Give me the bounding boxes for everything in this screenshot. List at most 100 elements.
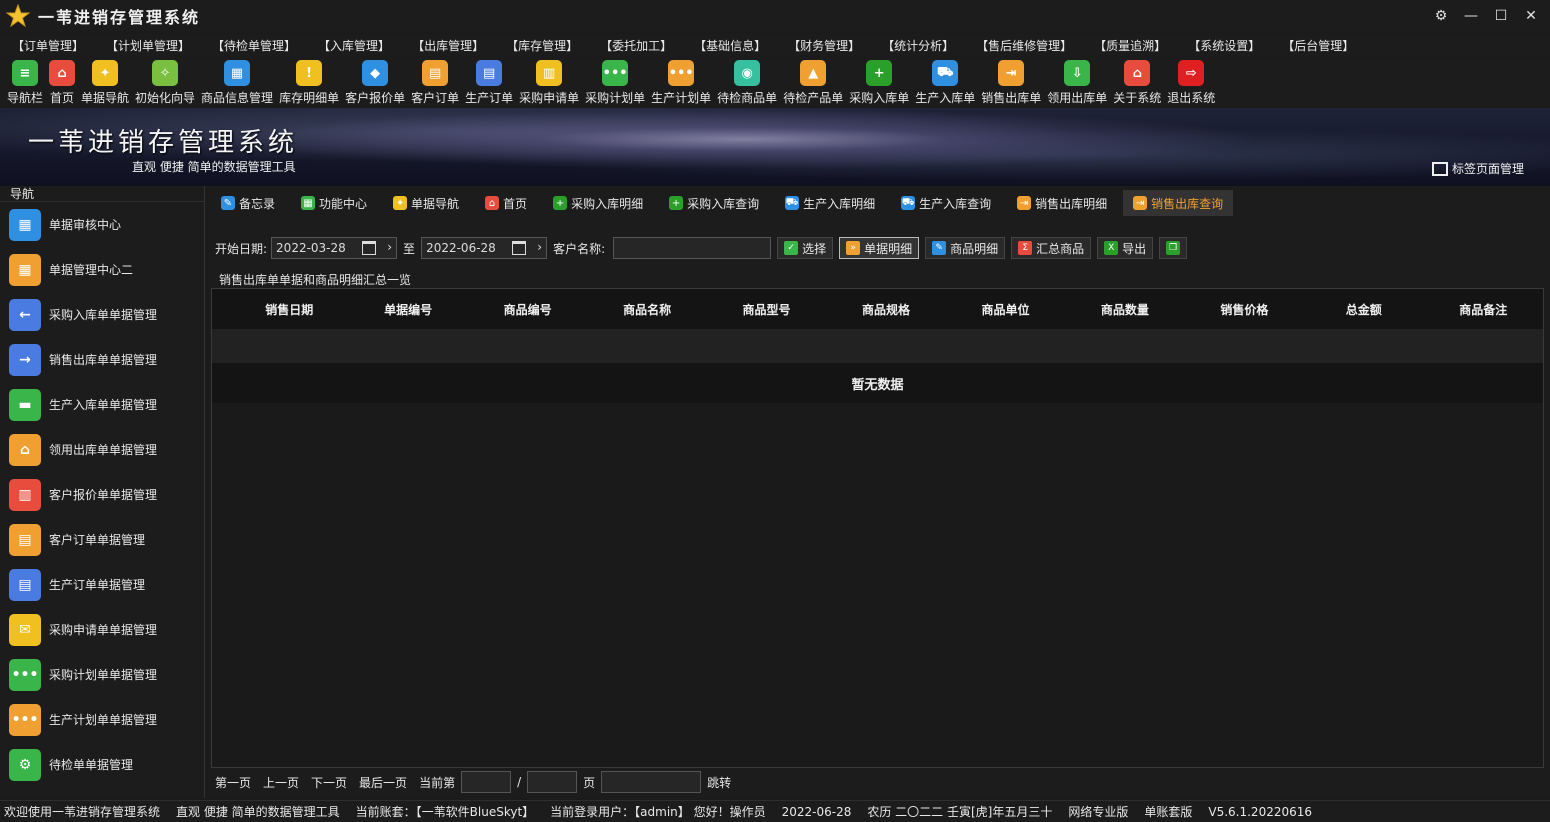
close-icon[interactable]: ✕ [1518, 4, 1544, 28]
toolbar-button[interactable]: ! 库存明细单 [276, 58, 342, 106]
menu-item[interactable]: 【质量追溯】 [1084, 37, 1176, 54]
tab[interactable]: ⌂ 首页 [475, 190, 537, 216]
last-page-link[interactable]: 最后一页 [359, 774, 407, 791]
sidebar-header: 导航 [0, 186, 204, 202]
toolbar-button[interactable]: ✦ 单据导航 [78, 58, 132, 106]
filter-button[interactable]: ✓ 选择 [777, 237, 834, 259]
prev-page-link[interactable]: 上一页 [263, 774, 299, 791]
toolbar-button[interactable]: ≡ 导航栏 [4, 58, 46, 106]
tab[interactable]: + 采购入库明细 [543, 190, 653, 216]
chevron-right-icon[interactable]: › [387, 240, 392, 254]
column-header[interactable]: 商品数量 [1065, 289, 1184, 329]
menu-item[interactable]: 【财务管理】 [778, 37, 870, 54]
column-header[interactable]: 商品单位 [946, 289, 1065, 329]
sidebar-item[interactable]: → 销售出库单单据管理 [0, 337, 204, 382]
toolbar-button[interactable]: ⇨ 退出系统 [1164, 58, 1218, 106]
start-date-picker[interactable]: 2022-03-28 › [271, 237, 398, 259]
menu-item[interactable]: 【订单管理】 [2, 37, 94, 54]
menu-item[interactable]: 【待检单管理】 [202, 37, 306, 54]
filter-button[interactable]: X 导出 [1097, 237, 1154, 259]
customer-input[interactable] [613, 237, 772, 259]
calendar-icon[interactable] [362, 241, 377, 255]
grid-icon: ▦ [9, 253, 41, 286]
sidebar-item[interactable]: ⚙ 待检单单据管理 [0, 742, 204, 787]
toolbar-button[interactable]: ▲ 待检产品单 [780, 58, 846, 106]
tab[interactable]: ⛟ 生产入库明细 [775, 190, 885, 216]
status-text: V5.6.1.20220616 [1208, 804, 1313, 819]
chevron-right-icon[interactable]: › [537, 240, 542, 254]
tab[interactable]: ✎ 备忘录 [211, 190, 285, 216]
tab[interactable]: ▦ 功能中心 [291, 190, 377, 216]
toolbar-button[interactable]: ••• 生产计划单 [648, 58, 714, 106]
toolbar-button[interactable]: ⌂ 关于系统 [1110, 58, 1164, 106]
toolbar-button[interactable]: ▥ 采购申请单 [516, 58, 582, 106]
jump-button[interactable]: 跳转 [707, 774, 731, 791]
menu-item[interactable]: 【系统设置】 [1178, 37, 1270, 54]
minimize-icon[interactable]: — [1458, 4, 1484, 28]
toolbar-button[interactable]: ▤ 客户订单 [408, 58, 462, 106]
sidebar-item[interactable]: ⌂ 领用出库单单据管理 [0, 427, 204, 472]
column-header[interactable]: 商品备注 [1424, 289, 1543, 329]
toolbar-button[interactable]: ◉ 待检商品单 [714, 58, 780, 106]
filter-button[interactable]: ✎ 商品明细 [925, 237, 1006, 259]
toolbar-button[interactable]: + 采购入库单 [846, 58, 912, 106]
sidebar-item[interactable]: ▦ 单据管理中心二 [0, 247, 204, 292]
tab[interactable]: ⇥ 销售出库明细 [1007, 190, 1117, 216]
toolbar-button[interactable]: ▤ 生产订单 [462, 58, 516, 106]
filter-button[interactable]: » 单据明细 [839, 237, 920, 259]
tab-manager-button[interactable]: 标签页面管理 [1431, 160, 1524, 177]
toolbar-button[interactable]: ••• 采购计划单 [582, 58, 648, 106]
current-page-input[interactable] [461, 771, 512, 793]
menu-item[interactable]: 【委托加工】 [590, 37, 682, 54]
column-header[interactable]: 商品名称 [587, 289, 706, 329]
menu-item[interactable]: 【入库管理】 [308, 37, 400, 54]
app-title: 一苇进销存管理系统 [38, 8, 201, 27]
end-date-picker[interactable]: 2022-06-28 › [421, 237, 548, 259]
doc-icon: ▤ [422, 60, 449, 86]
menu-item[interactable]: 【计划单管理】 [96, 37, 200, 54]
sidebar-item[interactable]: ✉ 采购申请单单据管理 [0, 607, 204, 652]
column-header[interactable]: 总金额 [1304, 289, 1423, 329]
menu-item[interactable]: 【出库管理】 [402, 37, 494, 54]
sidebar-item[interactable]: ▤ 客户订单单据管理 [0, 517, 204, 562]
column-header[interactable]: 商品编号 [468, 289, 587, 329]
column-header[interactable]: 销售价格 [1185, 289, 1304, 329]
toolbar-button[interactable]: ⌂ 首页 [46, 58, 78, 106]
sidebar-item[interactable]: ••• 采购计划单单据管理 [0, 652, 204, 697]
wand-icon: ✧ [152, 60, 179, 86]
menu-item[interactable]: 【后台管理】 [1272, 37, 1364, 54]
toolbar-button[interactable]: ◆ 客户报价单 [342, 58, 408, 106]
column-header[interactable]: 商品型号 [707, 289, 826, 329]
sidebar-item[interactable]: ▤ 生产订单单据管理 [0, 562, 204, 607]
column-header[interactable]: 单据编号 [348, 289, 467, 329]
menu-item[interactable]: 【售后维修管理】 [966, 37, 1082, 54]
tab[interactable]: ✦ 单据导航 [383, 190, 469, 216]
sidebar-item[interactable]: ••• 生产计划单单据管理 [0, 697, 204, 742]
toolbar-button[interactable]: ⛟ 生产入库单 [912, 58, 978, 106]
filter-button[interactable]: ❐ [1159, 237, 1188, 259]
toolbar-button[interactable]: ⇥ 销售出库单 [978, 58, 1044, 106]
sidebar-item[interactable]: ▥ 客户报价单单据管理 [0, 472, 204, 517]
sidebar-item[interactable]: ▦ 单据审核中心 [0, 202, 204, 247]
maximize-icon[interactable]: ☐ [1488, 4, 1514, 28]
toolbar-button[interactable]: ⇩ 领用出库单 [1044, 58, 1110, 106]
column-header[interactable]: 销售日期 [212, 289, 348, 329]
menu-item[interactable]: 【基础信息】 [684, 37, 776, 54]
table-row[interactable] [212, 329, 1543, 363]
next-page-link[interactable]: 下一页 [311, 774, 347, 791]
filter-button[interactable]: Σ 汇总商品 [1011, 237, 1092, 259]
jump-page-input[interactable] [601, 771, 702, 793]
gear-icon[interactable]: ⚙ [1428, 4, 1454, 28]
tab[interactable]: + 采购入库查询 [659, 190, 769, 216]
tab[interactable]: ⇥ 销售出库查询 [1123, 190, 1234, 216]
first-page-link[interactable]: 第一页 [215, 774, 251, 791]
toolbar-button[interactable]: ✧ 初始化向导 [132, 58, 198, 106]
menu-item[interactable]: 【统计分析】 [872, 37, 964, 54]
sidebar-item[interactable]: ← 采购入库单单据管理 [0, 292, 204, 337]
menu-item[interactable]: 【库存管理】 [496, 37, 588, 54]
tab[interactable]: ⛟ 生产入库查询 [891, 190, 1001, 216]
toolbar-button[interactable]: ▦ 商品信息管理 [198, 58, 276, 106]
calendar-icon[interactable] [512, 241, 527, 255]
sidebar-item[interactable]: ▬ 生产入库单单据管理 [0, 382, 204, 427]
column-header[interactable]: 商品规格 [826, 289, 945, 329]
